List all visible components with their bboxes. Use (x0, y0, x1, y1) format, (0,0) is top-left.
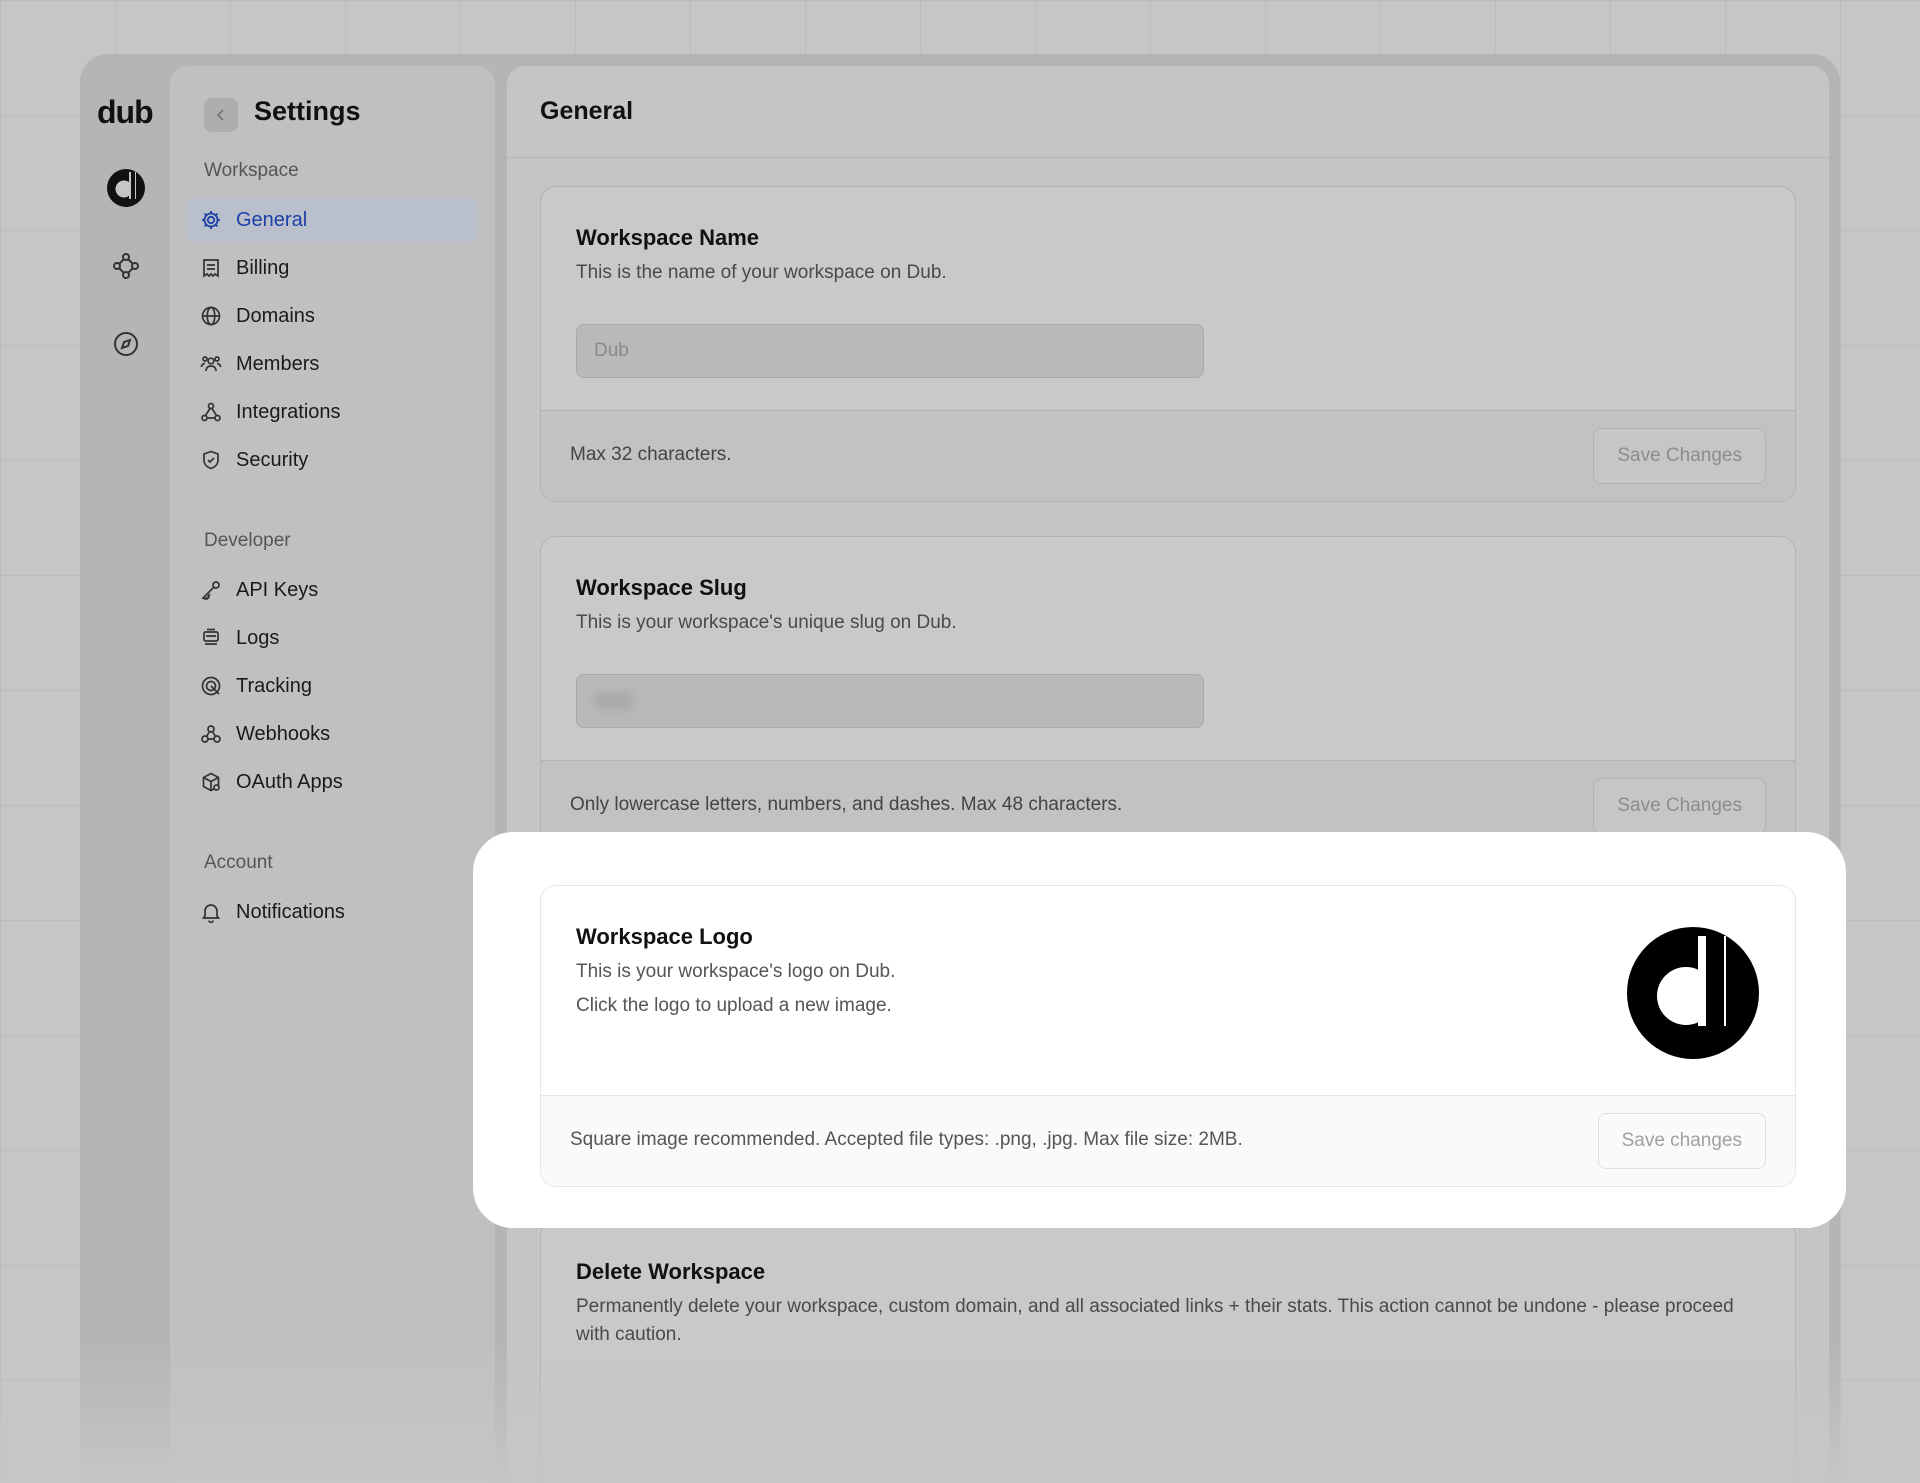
card-title: Workspace Slug (576, 575, 747, 600)
key-icon (201, 581, 220, 601)
main-content: General Workspace Name This is the name … (507, 66, 1829, 1483)
sidebar-item-label: General (236, 208, 308, 231)
sidebar-item-notifications[interactable]: Notifications (186, 890, 478, 934)
sidebar-item-logs[interactable]: Logs (186, 616, 478, 660)
back-button[interactable] (204, 98, 238, 132)
logs-icon (203, 628, 219, 645)
card-title: Delete Workspace (576, 1259, 766, 1284)
sidebar-item-security[interactable]: Security (186, 438, 478, 482)
card-footer: Max 32 characters. Save Changes (541, 410, 1795, 501)
card-description-upload: Click the logo to upload a new image. (576, 995, 892, 1016)
card-title: Workspace Name (576, 225, 760, 250)
footer-hint: Square image recommended. Accepted file … (570, 1129, 1243, 1150)
sidebar-item-api-keys[interactable]: API Keys (186, 568, 478, 612)
sidebar-item-billing[interactable]: Billing (186, 246, 478, 290)
icon-rail: dub (80, 54, 170, 1483)
sidebar-item-domains[interactable]: Domains (186, 294, 478, 338)
sidebar-item-tracking[interactable]: Tracking (186, 664, 478, 708)
card-footer: Square image recommended. Accepted file … (541, 1095, 1795, 1186)
chevron-left-icon (216, 109, 224, 121)
section-label-developer: Developer (204, 530, 291, 551)
bell-icon (201, 904, 221, 923)
target-icon (201, 676, 221, 696)
workspace-logo-upload[interactable] (1626, 926, 1760, 1060)
workspace-slug-card: Workspace Slug This is your workspace's … (540, 536, 1796, 852)
compass-icon[interactable] (106, 324, 146, 364)
sidebar-item-oauth-apps[interactable]: OAuth Apps (186, 760, 478, 804)
sidebar-item-label: Notifications (236, 900, 345, 923)
sidebar-item-label: Members (236, 352, 320, 375)
section-label-workspace: Workspace (204, 160, 299, 181)
sidebar-item-label: OAuth Apps (236, 770, 343, 793)
sidebar-item-label: Webhooks (236, 722, 331, 745)
sidebar-item-label: Logs (236, 626, 280, 649)
sidebar-item-label: Billing (236, 256, 290, 279)
settings-title: Settings (254, 96, 361, 126)
page-header: General (507, 66, 1829, 158)
section-label-account: Account (204, 852, 273, 873)
card-description: This is your workspace's logo on Dub. (576, 961, 896, 982)
blurred-slug-value (594, 692, 634, 710)
workspace-name-card: Workspace Name This is the name of your … (540, 186, 1796, 502)
save-name-button[interactable]: Save Changes (1593, 428, 1766, 484)
graph-icon[interactable] (106, 246, 146, 286)
shield-icon (203, 450, 219, 470)
integrations-icon (201, 402, 221, 422)
workspace-logo-icon[interactable] (106, 168, 146, 208)
footer-hint: Max 32 characters. (570, 444, 732, 465)
sidebar-item-members[interactable]: Members (186, 342, 478, 386)
cube-icon (202, 772, 220, 792)
gear-icon (202, 211, 220, 229)
sidebar-item-general[interactable]: General (186, 198, 478, 242)
globe-icon (201, 306, 221, 326)
sidebar-item-webhooks[interactable]: Webhooks (186, 712, 478, 756)
sidebar-item-label: Domains (236, 304, 315, 327)
sidebar-item-label: Tracking (236, 674, 312, 697)
webhook-icon (201, 725, 221, 743)
workspace-name-input[interactable]: Dub (576, 324, 1204, 378)
settings-sidebar: Settings Workspace General Billing Domai… (170, 66, 495, 1483)
card-description: This is the name of your workspace on Du… (576, 262, 947, 283)
users-icon (200, 356, 222, 372)
sidebar-item-label: Security (236, 448, 309, 471)
sidebar-item-label: API Keys (236, 578, 319, 601)
workspace-logo-card: Workspace Logo This is your workspace's … (540, 885, 1796, 1187)
card-description: This is your workspace's unique slug on … (576, 612, 957, 633)
delete-workspace-card: Delete Workspace Permanently delete your… (540, 1220, 1796, 1483)
save-slug-button[interactable]: Save Changes (1593, 778, 1766, 834)
card-title: Workspace Logo (576, 924, 753, 949)
sidebar-item-integrations[interactable]: Integrations (186, 390, 478, 434)
receipt-icon (203, 259, 219, 278)
page-title: General (540, 97, 634, 125)
save-logo-button[interactable]: Save changes (1597, 1113, 1766, 1169)
footer-hint: Only lowercase letters, numbers, and das… (570, 794, 1123, 815)
dub-brand-logo[interactable]: dub (97, 94, 154, 131)
card-description: Permanently delete your workspace, custo… (576, 1296, 1734, 1345)
workspace-slug-input[interactable] (576, 674, 1204, 728)
sidebar-item-label: Integrations (236, 400, 341, 423)
